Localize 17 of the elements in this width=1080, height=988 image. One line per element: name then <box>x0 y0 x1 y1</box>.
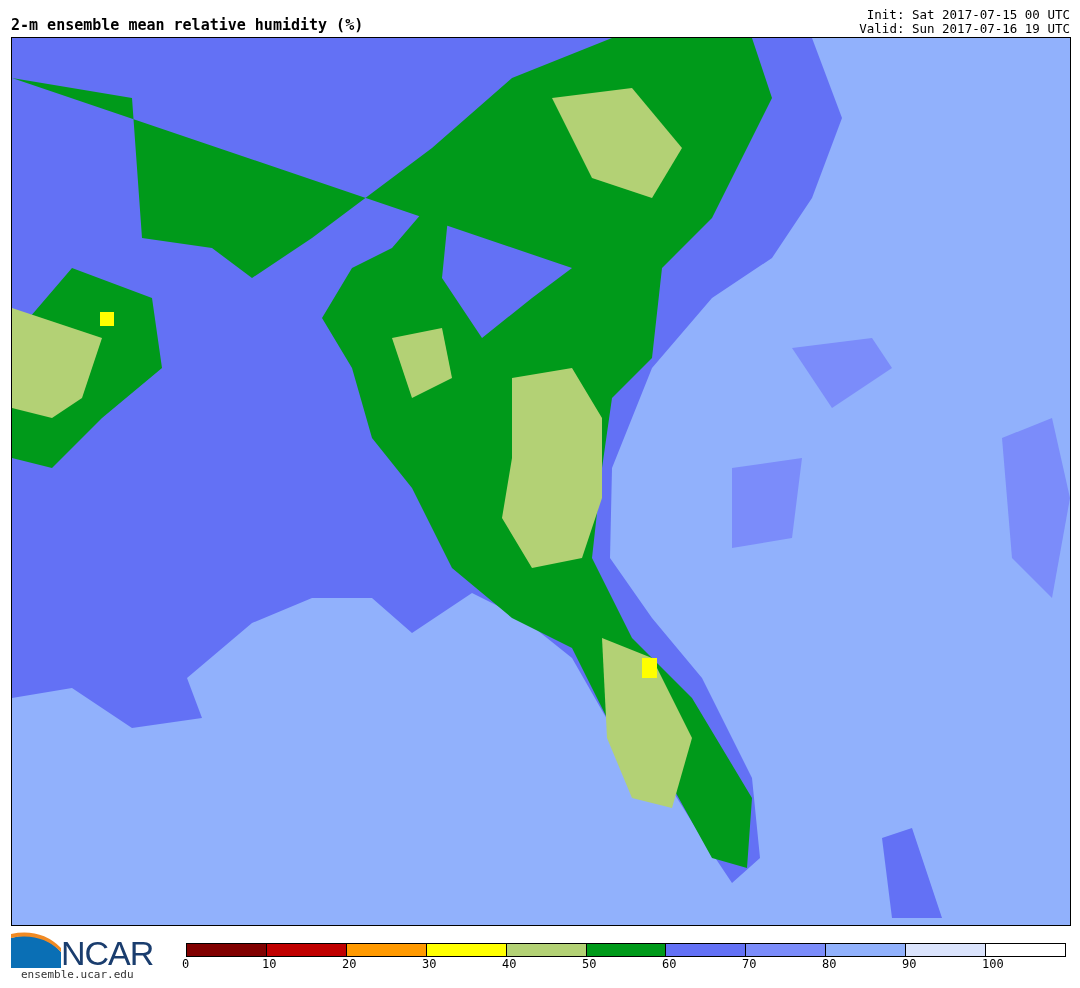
colorbar-label: 40 <box>502 957 517 971</box>
init-time: Init: Sat 2017-07-15 00 UTC <box>865 8 1070 22</box>
colorbar-label: 100 <box>982 957 1004 971</box>
colorbar-label: 80 <box>822 957 837 971</box>
colorbar-label: 0 <box>182 957 190 971</box>
colorbar-label: 60 <box>662 957 677 971</box>
colorbar-label: 20 <box>342 957 357 971</box>
colorbar-label: 70 <box>742 957 757 971</box>
logo-text: NCAR <box>61 938 154 968</box>
site-url: ensemble.ucar.edu <box>21 968 135 981</box>
colorbar-label: 90 <box>902 957 917 971</box>
valid-time: Valid: Sun 2017-07-16 19 UTC <box>859 22 1070 36</box>
swoosh-icon <box>11 930 61 968</box>
colorbar-label: 10 <box>262 957 277 971</box>
colorbar-label: 30 <box>422 957 437 971</box>
chart-title: 2-m ensemble mean relative humidity (%) <box>11 16 364 36</box>
colorbar-label: 50 <box>582 957 597 971</box>
